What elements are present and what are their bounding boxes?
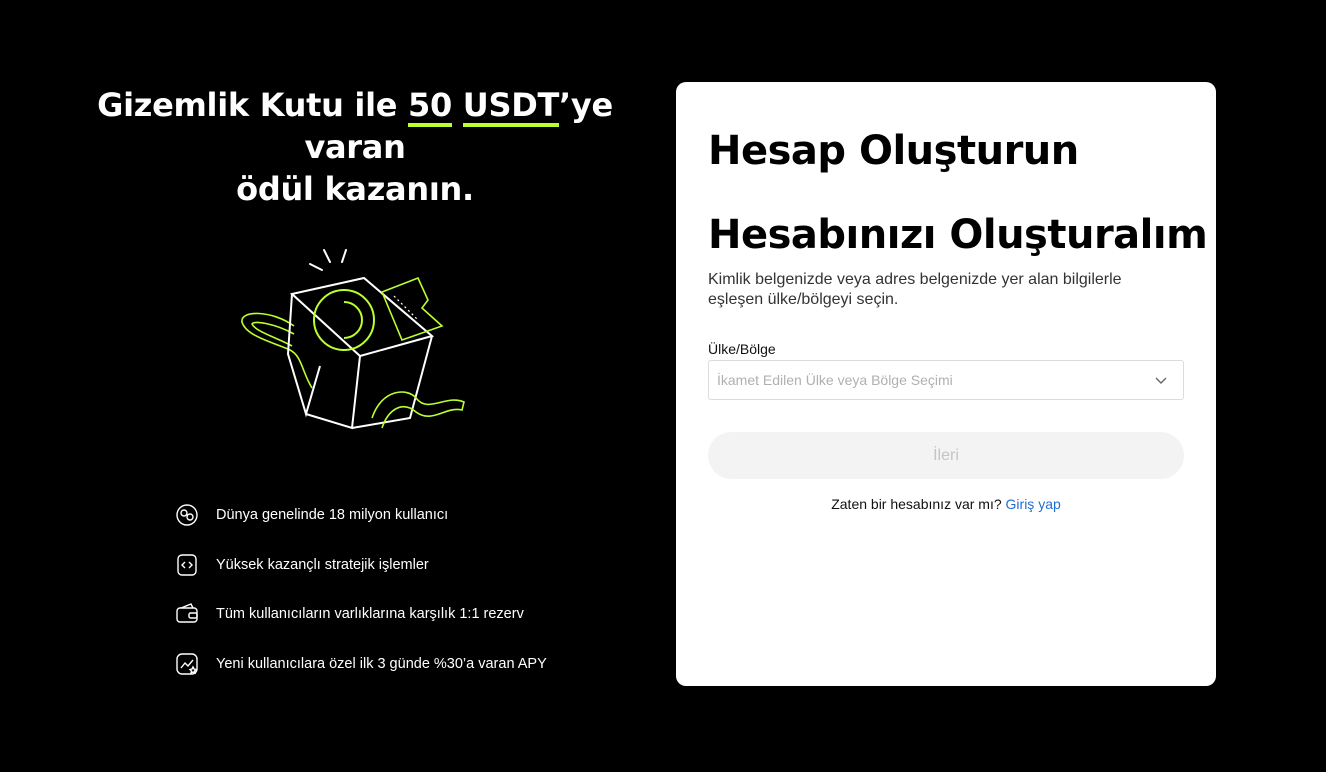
feature-text: Yüksek kazançlı stratejik işlemler — [216, 556, 429, 573]
login-link[interactable]: Giriş yap — [1006, 496, 1061, 512]
promo-title-line2: ödül kazanın. — [236, 170, 474, 208]
next-button[interactable]: İleri — [708, 432, 1184, 479]
promo-title-space — [452, 86, 463, 124]
have-account-text: Zaten bir hesabınız var mı? — [831, 496, 1002, 512]
chart-star-icon — [174, 651, 200, 677]
feature-item-reserve: Tüm kullanıcıların varlıklarına karşılık… — [174, 601, 614, 627]
wallet-icon — [174, 601, 200, 627]
page-title: Hesap Oluşturun — [708, 128, 1079, 174]
country-label: Ülke/Bölge — [708, 341, 776, 357]
feature-item-users: Dünya genelinde 18 milyon kullanıcı — [174, 502, 614, 528]
feature-text: Tüm kullanıcıların varlıklarına karşılık… — [216, 606, 524, 622]
feature-item-apy: Yeni kullanıcılara özel ilk 3 günde %30’… — [174, 651, 614, 677]
feature-item-strategy: Yüksek kazançlı stratejik işlemler — [174, 552, 614, 578]
country-placeholder: İkamet Edilen Ülke veya Bölge Seçimi — [717, 372, 953, 388]
form-subtitle: Hesabınızı Oluşturalım — [708, 212, 1208, 258]
promo-title: Gizemlik Kutu ile 50 USDT’ye varan ödül … — [60, 84, 650, 210]
promo-highlight-currency: USDT — [462, 86, 560, 127]
country-select[interactable]: İkamet Edilen Ülke veya Bölge Seçimi — [708, 360, 1184, 400]
promo-highlight-amount: 50 — [408, 86, 452, 127]
mystery-box-illustration — [241, 249, 465, 430]
promo-title-text: Gizemlik Kutu ile — [97, 86, 409, 124]
feature-text: Yeni kullanıcılara özel ilk 3 günde %30’… — [216, 655, 547, 672]
signup-card: Hesap Oluşturun Hesabınızı Oluşturalım K… — [676, 82, 1216, 686]
form-description: Kimlik belgenizde veya adres belgenizde … — [708, 271, 1122, 308]
code-doc-icon — [174, 552, 200, 578]
chevron-down-icon — [1155, 377, 1167, 384]
promo-panel: Gizemlik Kutu ile 50 USDT’ye varan ödül … — [0, 0, 676, 772]
login-prompt: Zaten bir hesabınız var mı? Giriş yap — [676, 496, 1216, 512]
feature-text: Dünya genelinde 18 milyon kullanıcı — [216, 507, 449, 523]
feature-list: Dünya genelinde 18 milyon kullanıcı Yüks… — [174, 502, 614, 700]
globe-users-icon — [174, 502, 200, 528]
